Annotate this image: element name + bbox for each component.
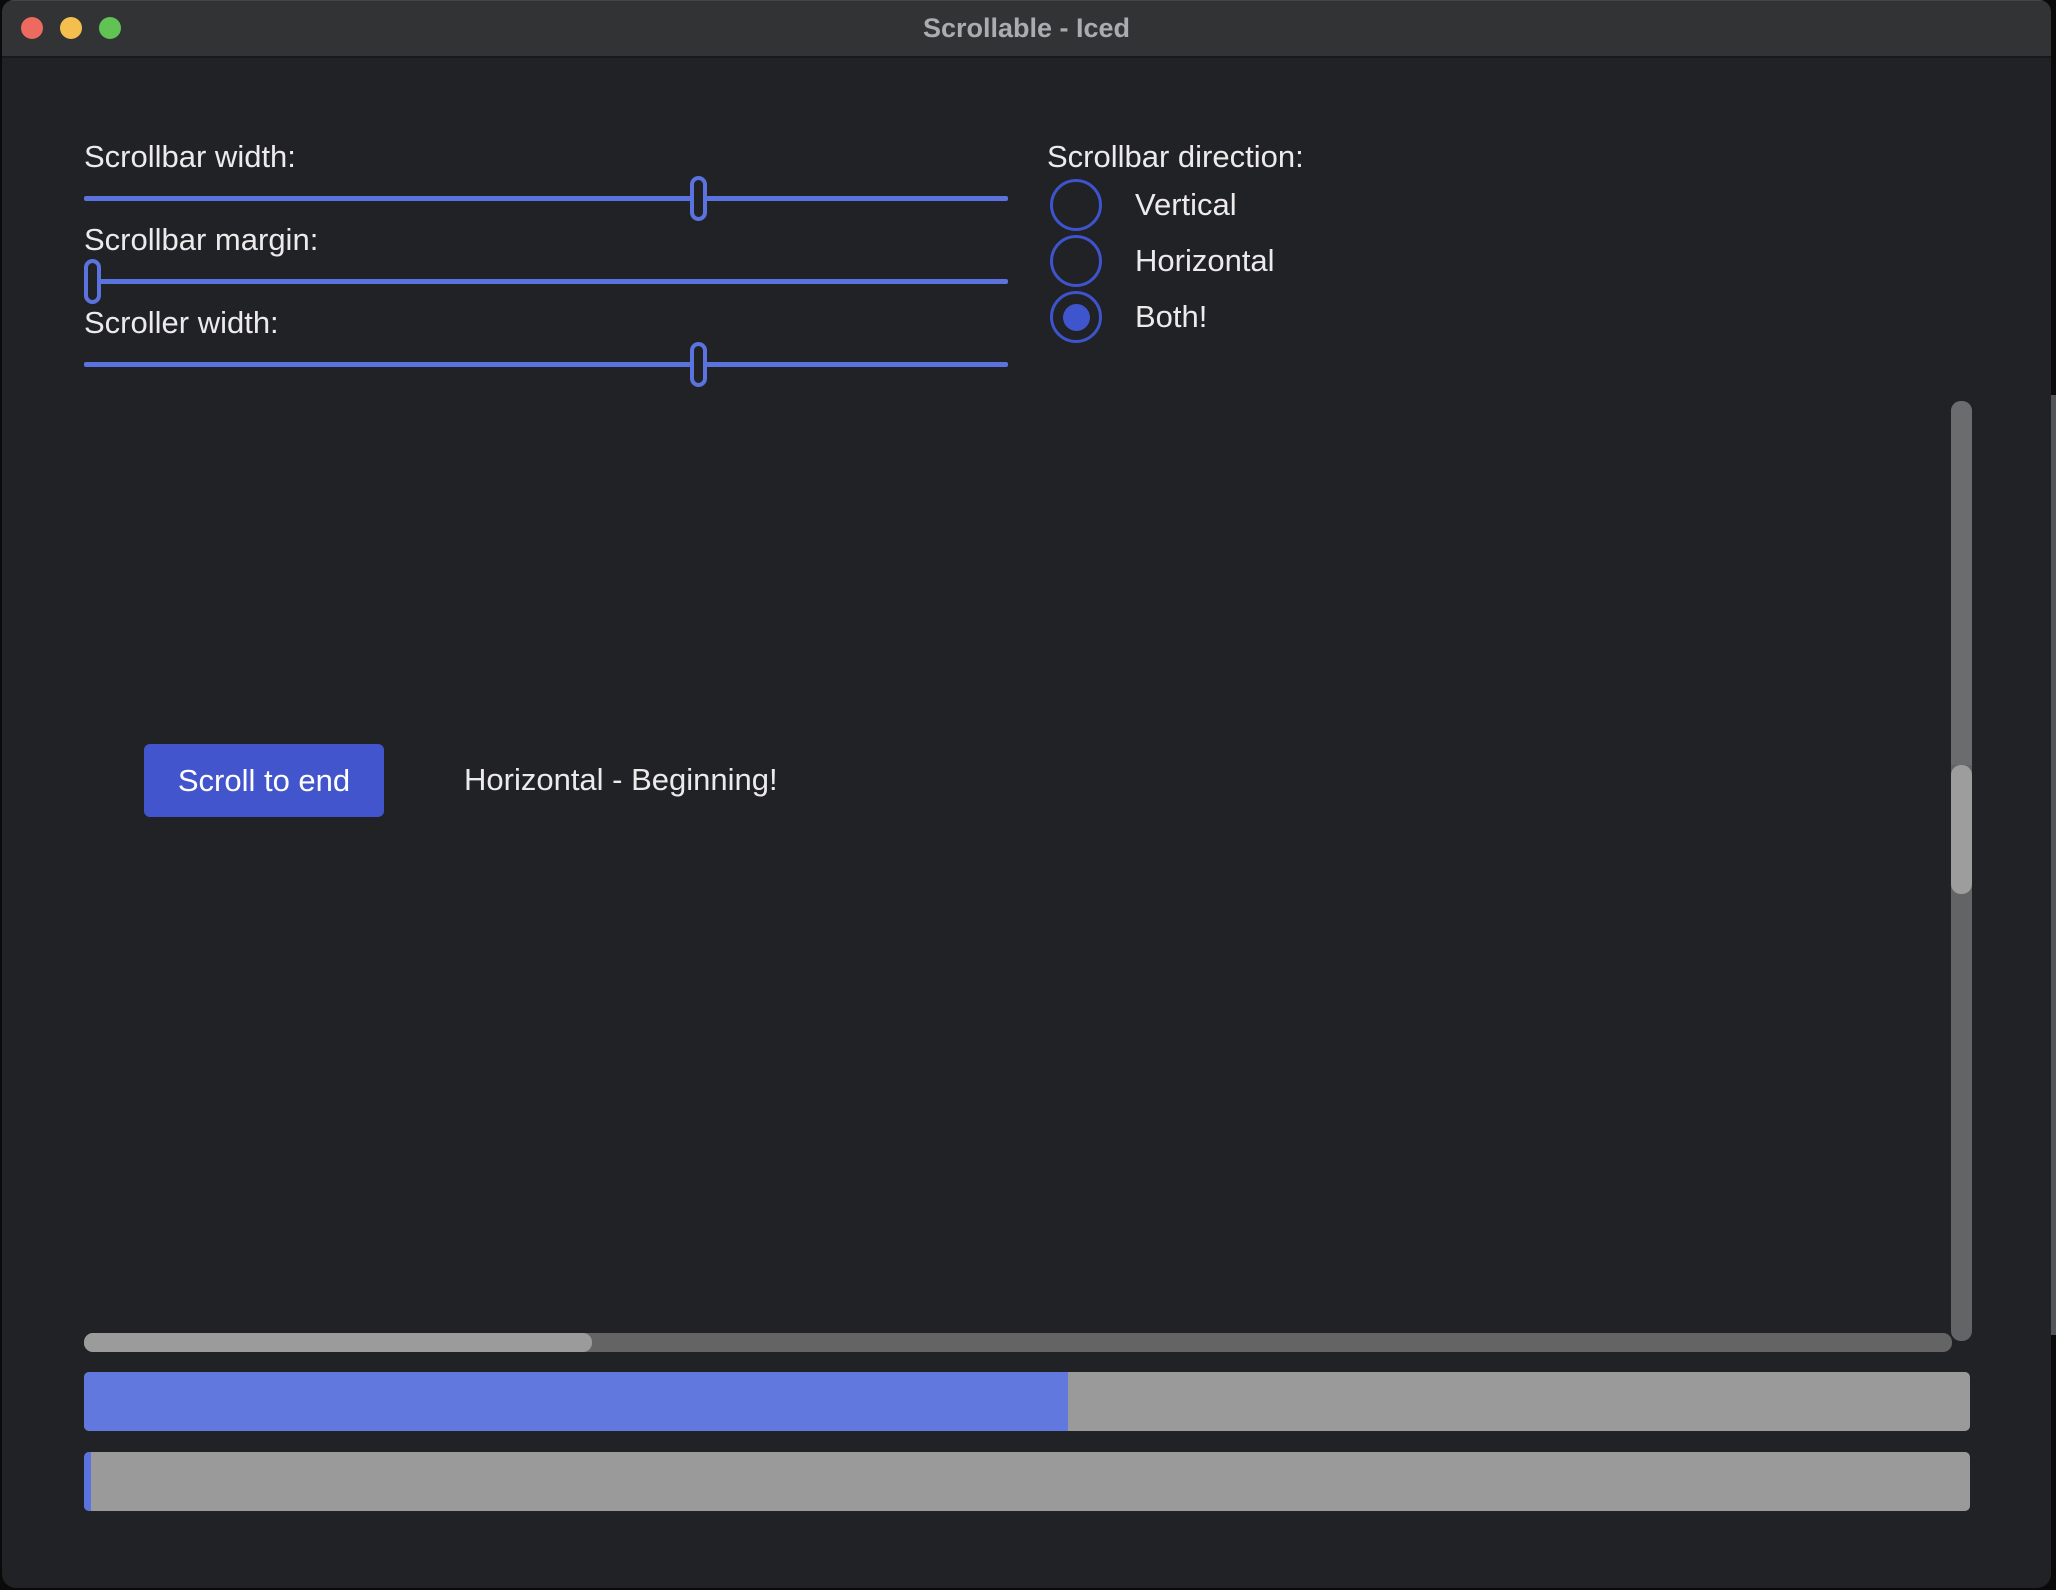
scrollbar-margin-slider — [84, 259, 991, 304]
radio-vertical[interactable] — [1050, 179, 1102, 231]
scroller-width-slider-handle[interactable] — [690, 342, 707, 387]
radio-both-label[interactable]: Both! — [1135, 297, 1207, 337]
scrollbar-width-label: Scrollbar width: — [84, 137, 296, 177]
progress-fill — [84, 1372, 1068, 1431]
scrollbar-width-slider — [84, 176, 991, 221]
background-window-sliver — [2051, 395, 2056, 1335]
radio-horizontal-label[interactable]: Horizontal — [1135, 241, 1275, 281]
progress-fill — [84, 1452, 91, 1511]
scroll-to-end-button[interactable]: Scroll to end — [144, 744, 384, 817]
horizontal-scroll-progress-bar — [84, 1452, 1970, 1511]
vertical-scrollbar[interactable] — [1951, 401, 1972, 1341]
horizontal-scrollbar[interactable] — [84, 1333, 1952, 1352]
vertical-scrollbar-rail-upper — [1951, 401, 1972, 765]
titlebar[interactable]: Scrollable - Iced — [2, 0, 2051, 58]
scroller-width-label: Scroller width: — [84, 303, 279, 343]
radio-both[interactable] — [1050, 291, 1102, 343]
vertical-scrollbar-thumb[interactable] — [1951, 765, 1972, 895]
scroller-width-slider — [84, 342, 991, 387]
scrollbar-margin-slider-handle[interactable] — [84, 259, 101, 304]
scroll-status-text: Horizontal - Beginning! — [464, 760, 778, 800]
scrollbar-margin-label: Scrollbar margin: — [84, 220, 318, 260]
radio-dot-icon — [1063, 304, 1090, 331]
scrollbar-direction-label: Scrollbar direction: — [1047, 137, 1304, 177]
radio-vertical-label[interactable]: Vertical — [1135, 185, 1237, 225]
scrollbar-width-slider-handle[interactable] — [690, 176, 707, 221]
window-title: Scrollable - Iced — [2, 0, 2051, 56]
app-window: Scrollable - Iced Scrollbar width: Scrol… — [2, 0, 2051, 1588]
vertical-scroll-progress-bar — [84, 1372, 1970, 1431]
radio-horizontal[interactable] — [1050, 235, 1102, 287]
horizontal-scrollbar-thumb[interactable] — [84, 1333, 592, 1352]
